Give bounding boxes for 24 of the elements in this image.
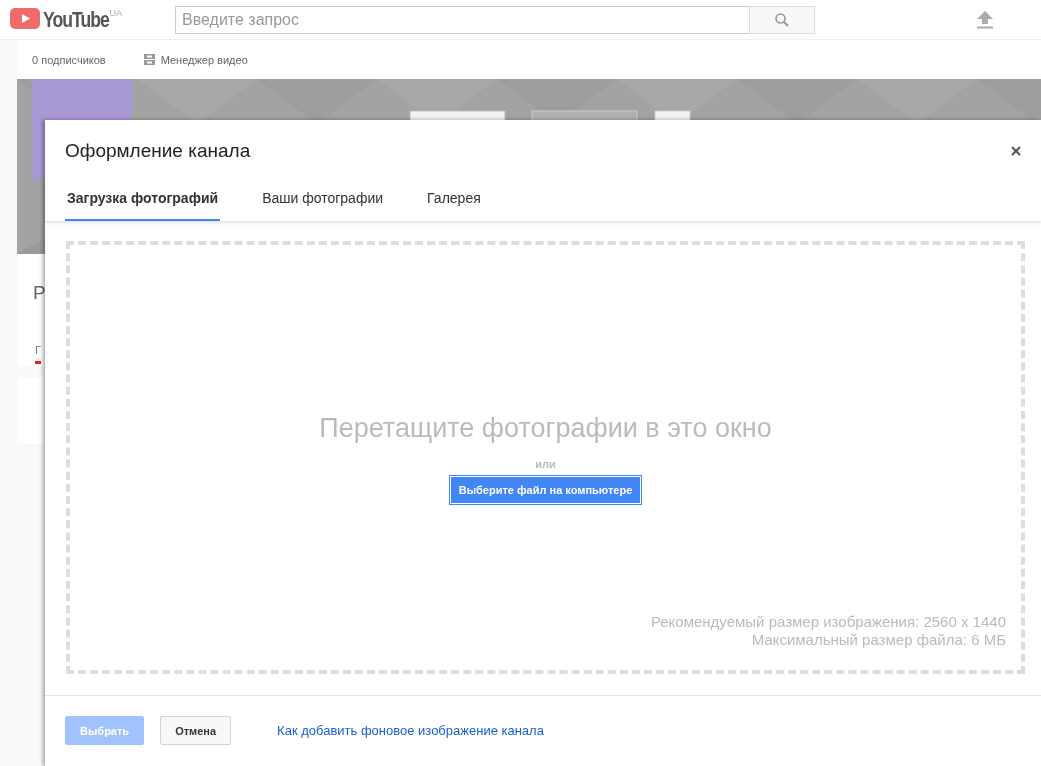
choose-file-button[interactable]: Выберите файл на компьютере (449, 476, 642, 504)
drop-zone[interactable]: Перетащите фотографии в это окно или Выберите файл на компьютере Рекомендуемый размер изображения: 2560 x 1440 Максимальный размер файла: 6 МБ (66, 241, 1025, 674)
max-size-text: Максимальный размер файла: 6 МБ (750, 631, 1006, 648)
cancel-button[interactable]: Отмена (160, 716, 232, 745)
region-label: UA (109, 7, 122, 18)
video-manager-icon (143, 54, 155, 65)
channel-name: Р (33, 282, 46, 304)
subscriber-count: 0 подписчиков (32, 53, 106, 66)
dialog-title: Оформление канала (65, 140, 251, 162)
drop-heading: Перетащите фотографии в это окно (319, 413, 772, 444)
video-manager-link[interactable]: Менеджер видео (160, 53, 248, 66)
upload-icon[interactable] (977, 10, 993, 29)
dialog-tab[interactable]: Галерея (425, 178, 483, 221)
channel-tab[interactable]: Г (35, 344, 41, 364)
help-link[interactable]: Как добавить фоновое изображение канала (277, 723, 544, 738)
play-logo-icon (10, 7, 40, 29)
search-field[interactable]: Введите запрос (175, 5, 749, 34)
search-button[interactable] (749, 5, 815, 34)
dialog-tab[interactable]: Загрузка фотографий (65, 178, 221, 221)
search-icon (774, 11, 790, 28)
dialog-tab[interactable]: Ваши фотографии (260, 178, 386, 221)
recommended-size-text: Рекомендуемый размер изображения: 2560 x 1440 (650, 613, 1006, 630)
logo-text[interactable]: YouTube (43, 7, 109, 32)
or-label: или (535, 458, 556, 470)
